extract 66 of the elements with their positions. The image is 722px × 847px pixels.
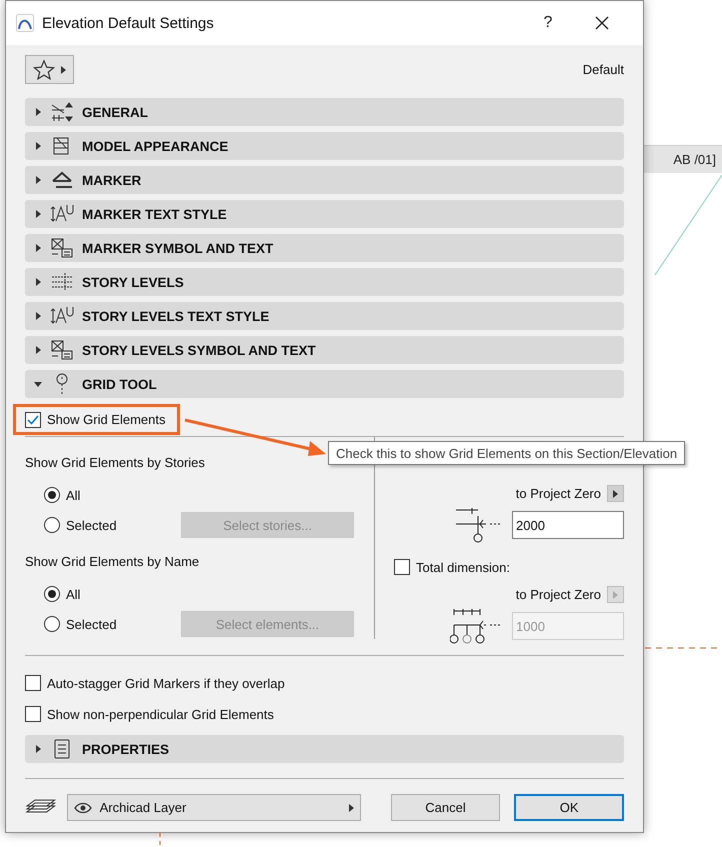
window-title: Elevation Default Settings bbox=[42, 14, 215, 32]
star-icon bbox=[33, 58, 55, 80]
checkmark-icon bbox=[27, 414, 39, 424]
marker-icon bbox=[50, 169, 74, 191]
caret-right-icon[interactable] bbox=[34, 278, 42, 286]
caret-right-icon bbox=[613, 590, 618, 598]
section-header[interactable]: STORY LEVELS bbox=[25, 268, 624, 296]
tab-label: AB /01] bbox=[673, 152, 716, 167]
cancel-button[interactable]: Cancel bbox=[390, 794, 500, 821]
section-title: STORY LEVELS TEXT STYLE bbox=[82, 308, 270, 324]
group-title: Show Grid Elements by Name bbox=[25, 554, 200, 569]
reference-button[interactable] bbox=[607, 485, 624, 502]
section-title: MARKER bbox=[82, 172, 142, 188]
radio-option[interactable]: All bbox=[44, 583, 80, 605]
preset-name: Default bbox=[582, 62, 624, 77]
show-grid-checkbox[interactable]: Show Grid Elements bbox=[25, 408, 166, 430]
caret-down-icon[interactable] bbox=[34, 380, 42, 388]
caret-right-icon bbox=[348, 804, 354, 812]
section-title: MODEL APPEARANCE bbox=[82, 138, 228, 154]
close-icon bbox=[595, 16, 609, 30]
dimension-field[interactable]: 2000 bbox=[512, 511, 624, 539]
section-header[interactable]: GRID TOOL bbox=[25, 370, 624, 398]
option-checkbox[interactable]: Auto-stagger Grid Markers if they overlap bbox=[25, 672, 624, 694]
section-header[interactable]: PROPERTIES bbox=[25, 735, 624, 763]
section-header[interactable]: GENERAL bbox=[25, 98, 624, 126]
section-header[interactable]: MARKER bbox=[25, 166, 624, 194]
section-title: GENERAL bbox=[82, 104, 148, 120]
symbol-text-icon bbox=[50, 339, 74, 361]
caret-right-icon[interactable] bbox=[34, 244, 42, 252]
caret-right-icon[interactable] bbox=[34, 142, 42, 150]
section-header[interactable]: STORY LEVELS SYMBOL AND TEXT bbox=[25, 336, 624, 364]
section-header[interactable]: MODEL APPEARANCE bbox=[25, 132, 624, 160]
radio-option[interactable]: All bbox=[44, 484, 80, 506]
section-title: STORY LEVELS bbox=[82, 274, 184, 290]
section-title: MARKER TEXT STYLE bbox=[82, 206, 227, 222]
section-title: STORY LEVELS SYMBOL AND TEXT bbox=[82, 342, 316, 358]
caret-right-icon[interactable] bbox=[34, 745, 42, 753]
settings-icon bbox=[50, 101, 74, 123]
caret-right-icon[interactable] bbox=[34, 176, 42, 184]
eye-icon bbox=[74, 802, 92, 814]
caret-right-icon[interactable] bbox=[34, 108, 42, 116]
caret-right-icon[interactable] bbox=[34, 210, 42, 218]
section-title: GRID TOOL bbox=[82, 376, 157, 392]
levels-icon bbox=[50, 271, 74, 293]
caret-right-icon[interactable] bbox=[34, 312, 42, 320]
section-title: MARKER SYMBOL AND TEXT bbox=[82, 240, 274, 256]
radio-option[interactable]: Selected bbox=[44, 514, 117, 536]
help-button[interactable]: ? bbox=[525, 1, 571, 45]
section-header[interactable]: MARKER SYMBOL AND TEXT bbox=[25, 234, 624, 262]
caret-right-icon bbox=[613, 490, 618, 498]
reference-label: to Project Zero bbox=[516, 486, 601, 501]
ok-button[interactable]: OK bbox=[514, 794, 624, 821]
app-logo-icon bbox=[16, 14, 34, 32]
section-title: PROPERTIES bbox=[82, 742, 170, 756]
section-header[interactable]: STORY LEVELS TEXT STYLE bbox=[25, 302, 624, 330]
group-title: Show Grid Elements by Stories bbox=[25, 455, 206, 470]
favorites-button[interactable] bbox=[25, 55, 74, 84]
section-header[interactable]: MARKER TEXT STYLE bbox=[25, 200, 624, 228]
radio-option[interactable]: Selected bbox=[44, 613, 117, 635]
layer-dropdown[interactable]: Archicad Layer bbox=[66, 794, 361, 821]
reference-label: to Project Zero bbox=[516, 587, 601, 602]
caret-right-icon[interactable] bbox=[34, 346, 42, 354]
symbol-text-icon bbox=[50, 237, 74, 259]
tooltip: Check this to show Grid Elements on this Section/Elevation bbox=[328, 441, 686, 465]
caret-right-icon bbox=[61, 66, 66, 74]
option-checkbox[interactable]: Show non-perpendicular Grid Elements bbox=[25, 703, 624, 725]
